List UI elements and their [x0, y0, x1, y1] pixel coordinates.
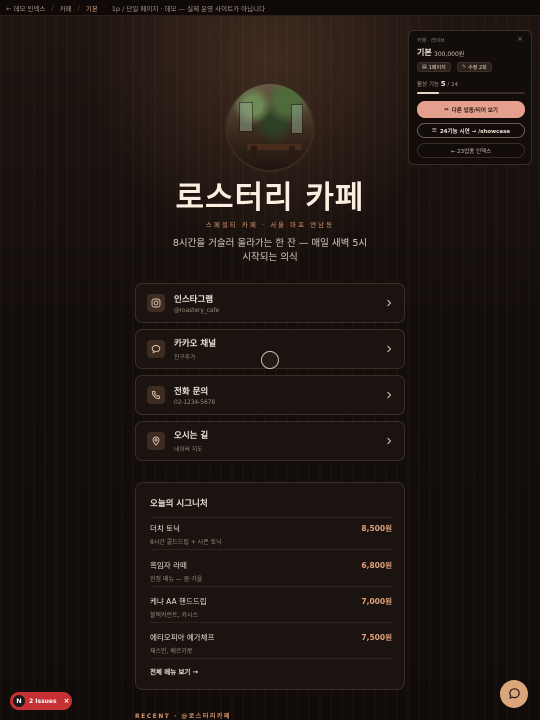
- pencil-icon: ✎: [462, 64, 467, 70]
- breadcrumb-cafe[interactable]: 카페: [60, 3, 72, 13]
- divider: [150, 517, 392, 518]
- breadcrumb-current: 기본: [85, 4, 98, 13]
- divider: [150, 549, 392, 550]
- chevron-right-icon: [378, 299, 392, 307]
- breadcrumb-dot: ·: [103, 4, 106, 11]
- link-card-title: 인스타그램: [174, 294, 214, 305]
- breadcrumb-separator: /: [77, 3, 80, 12]
- active-features-count: 5: [440, 80, 446, 88]
- document-icon: ▤: [422, 64, 427, 70]
- industry-index-button[interactable]: ← 23업종 인덱스: [417, 143, 525, 158]
- recent-section-label: RECENT · @로스터리카페: [135, 713, 231, 720]
- close-icon[interactable]: ×: [64, 697, 70, 705]
- divider: [150, 622, 392, 623]
- link-card-subtitle: @roastery_cafe: [174, 307, 220, 314]
- page-title: 로스터리 카페: [175, 180, 365, 216]
- menu-item-name: 흑임자 라떼: [150, 561, 187, 570]
- chevron-right-icon: [378, 391, 392, 399]
- panel-tier-name: 기본: [417, 48, 432, 57]
- menu-item-price: 8,500원: [361, 524, 392, 533]
- button-label: 24기능 시연 → /showcase: [439, 128, 511, 135]
- link-card-title: 전화 문의: [174, 386, 209, 397]
- menu-item-price: 6,800원: [361, 561, 392, 570]
- chat-bubble-icon: [508, 685, 521, 704]
- cursor-indicator: [261, 351, 279, 369]
- view-full-menu-link[interactable]: 전체 메뉴 보기 →: [150, 666, 198, 676]
- menu-item-name: 에티오피아 예가체프: [150, 633, 215, 642]
- menu-item-description: 재스민, 베르가못: [150, 648, 193, 655]
- menu-item-name: 더치 토닉: [150, 524, 180, 533]
- link-card-title: 오시는 길: [174, 431, 209, 441]
- pages-chip: ▤ 1페이지: [417, 62, 451, 72]
- next-logo-icon: N: [13, 695, 25, 707]
- issues-badge[interactable]: N 2 Issues ×: [10, 692, 72, 710]
- panel-category-label: 카페 · 라이브: [417, 38, 445, 44]
- back-to-demo-index-link[interactable]: ← 데모 인덱스: [6, 3, 45, 13]
- demo-tier-panel: 카페 · 라이브 × 기본 300,000원 ▤ 1페이지 ✎ 수정 2회 활성…: [408, 30, 532, 165]
- pages-chip-label: 1페이지: [428, 64, 446, 71]
- chat-bubble-icon: [147, 340, 165, 358]
- map-pin-icon: [147, 432, 165, 450]
- signature-menu-card: 오늘의 시그니처 더치 토닉 8시간 콜드드립 + 시즌 토닉 8,500원 흑…: [135, 482, 405, 690]
- active-features-total: / 24: [447, 82, 458, 88]
- tagline: 8시간을 거슬러 올라가는 한 잔 — 매일 새벽 5시 시작되는 의식: [172, 238, 368, 263]
- link-card-subtitle: 02-1234-5678: [174, 399, 216, 406]
- menu-item-price: 7,500원: [361, 633, 392, 642]
- panel-tier-price: 300,000원: [434, 51, 465, 58]
- showcase-button[interactable]: ☰ 24기능 시연 → /showcase: [417, 123, 525, 138]
- edits-chip: ✎ 수정 2회: [457, 62, 492, 72]
- link-card-directions[interactable]: 오시는 길 네이버 지도: [135, 421, 405, 461]
- active-features: 활성 기능 5 / 24: [417, 80, 458, 88]
- link-card-instagram[interactable]: 인스타그램 @roastery_cafe: [135, 283, 405, 323]
- swap-icon: ⇔: [444, 106, 449, 113]
- active-features-progress: [417, 92, 525, 94]
- other-tiers-button[interactable]: ⇔ 다른 업종/티어 보기: [417, 101, 525, 118]
- menu-item-name: 케냐 AA 핸드드립: [150, 597, 207, 606]
- menu-item-description: 8시간 콜드드립 + 시즌 토닉: [150, 539, 222, 546]
- top-bar: ← 데모 인덱스 / 카페 / 기본 · 1p / 단일 페이지 · 데모 — …: [0, 0, 540, 16]
- link-card-phone[interactable]: 전화 문의 02-1234-5678: [135, 375, 405, 415]
- link-card-title: 카카오 채널: [174, 339, 217, 349]
- page-subtitle: 스페셜티 카페 · 서울 마포 연남동: [205, 221, 335, 229]
- divider: [150, 586, 392, 587]
- close-icon[interactable]: ×: [517, 35, 523, 43]
- chevron-right-icon: [378, 437, 392, 445]
- instagram-icon: [147, 294, 165, 312]
- menu-item-description: 한정 메뉴 — 봄·가을: [150, 576, 203, 583]
- issues-label: 2 Issues: [29, 697, 57, 705]
- edits-chip-label: 수정 2회: [468, 64, 487, 71]
- menu-item-price: 7,000원: [361, 597, 392, 606]
- chevron-right-icon: [378, 345, 392, 353]
- link-card-subtitle: 네이버 지도: [174, 447, 203, 453]
- breadcrumb-separator: /: [51, 3, 54, 12]
- list-icon: ☰: [431, 127, 437, 134]
- divider: [150, 658, 392, 659]
- demo-notice: 1p / 단일 페이지 · 데모 — 실제 운영 사이트가 아닙니다: [111, 4, 266, 13]
- active-features-label: 활성 기능: [417, 82, 439, 88]
- hero-photo: [225, 82, 315, 172]
- phone-icon: [147, 386, 165, 404]
- menu-title: 오늘의 시그니처: [150, 499, 208, 509]
- chat-button[interactable]: [500, 680, 528, 708]
- progress-fill: [417, 92, 440, 94]
- menu-item-description: 블랙커런트, 카시스: [150, 612, 198, 619]
- button-label: 다른 업종/티어 보기: [451, 107, 498, 114]
